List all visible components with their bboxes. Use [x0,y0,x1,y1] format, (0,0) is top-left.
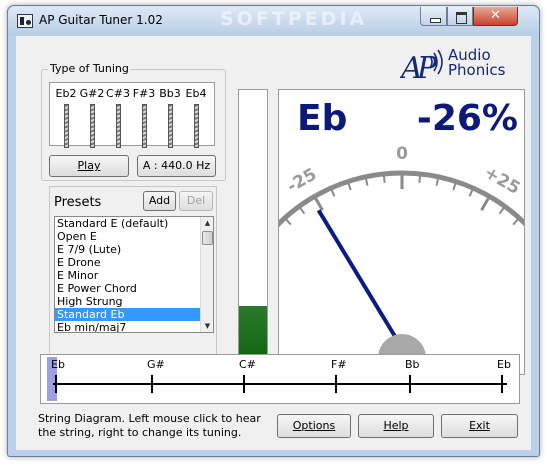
scroll-down-icon[interactable]: ▼ [201,320,213,332]
diagram-baseline [53,383,507,385]
diagram-string-tick[interactable] [151,375,153,393]
string-note-4: F#3 [132,87,156,100]
play-button[interactable]: Play [49,155,129,177]
string-rope-2 [89,104,95,148]
watermark: SOFTPEDIA [220,8,368,30]
diagram-string-tick[interactable] [243,375,245,393]
string-diagram[interactable]: Eb G# C# F# Bb Eb [40,354,520,404]
preset-item[interactable]: E Power Chord [55,282,213,295]
string-2[interactable]: G#2 [79,87,105,148]
presets-list[interactable]: Standard E (default) Open EE 7/9 (Lute) E … [54,216,214,333]
string-rope-5 [167,104,173,148]
gauge-tick [365,178,369,186]
gauge-dial: -50-250+25+50 [279,144,524,374]
close-button[interactable]: ✕ [473,7,518,26]
gauge-tick [512,218,519,226]
string-rope-1 [63,104,69,148]
string-rope-4 [141,104,147,148]
tuning-gauge: Eb -26% -50-250+25+50 [278,89,525,375]
string-rope-3 [115,104,121,148]
string-note-2: G#2 [79,87,105,100]
gauge-tick [299,207,306,215]
close-icon: ✕ [490,8,501,23]
gauge-tick [418,175,422,184]
diagram-note-label: G# [147,358,165,371]
delete-preset-button[interactable]: Del [179,191,213,211]
string-note-1: Eb2 [55,87,77,100]
string-note-3: C#3 [106,87,130,100]
gauge-needle [316,209,404,350]
gauge-tick [382,175,386,184]
client-area: A P Audio Phonics Type of Tuning Eb2 G#2… [16,36,531,450]
gauge-tick [468,189,474,197]
window-title: AP Guitar Tuner 1.02 [39,13,163,27]
preset-item[interactable]: Open E [55,230,213,243]
preset-item[interactable]: E 7/9 (Lute) [55,243,213,256]
diagram-note-label: C# [239,358,256,371]
preset-item[interactable]: Standard Eb [55,308,213,321]
diagram-note-label: Bb [405,358,420,371]
string-4[interactable]: F#3 [131,87,157,148]
preset-item[interactable]: E Drone [55,256,213,269]
diagram-string-tick[interactable] [501,375,503,393]
preset-item[interactable]: E Minor [55,269,213,282]
tuning-group-label: Type of Tuning [48,62,131,75]
string-6[interactable]: Eb4 [183,87,209,148]
diagram-string-tick[interactable] [409,375,411,393]
scroll-thumb[interactable] [202,231,213,245]
gauge-tick [498,207,505,215]
gauge-tick [452,183,457,191]
string-note-6: Eb4 [185,87,207,100]
brand-name: Audio Phonics [448,48,505,78]
diagram-note-label: F# [331,358,347,371]
preset-item[interactable]: Eb min/maj7 [55,321,213,332]
status-text: String Diagram. Left mouse click to hear… [38,412,261,439]
audio-phonics-logo-icon: A P [400,49,443,84]
gauge-tick [314,197,324,212]
gauge-scale-label: -25 [284,164,321,197]
string-5[interactable]: Bb3 [157,87,183,148]
exit-button[interactable]: Exit [441,414,518,438]
diagram-string-tick[interactable] [335,375,337,393]
diagram-note-label: Eb [497,358,511,371]
scroll-up-icon[interactable]: ▲ [201,217,213,229]
app-window: AP Guitar Tuner 1.02 SOFTPEDIA ✕ A P Aud… [7,5,540,457]
gauge-scale-label: 0 [396,144,408,164]
guitar-tuner-icon [17,14,33,28]
preset-item[interactable]: Standard E (default) [55,217,213,230]
preset-item[interactable]: High Strung [55,295,213,308]
gauge-tick [285,218,292,226]
title-bar[interactable]: AP Guitar Tuner 1.02 SOFTPEDIA ✕ [8,6,539,36]
options-button[interactable]: Options [277,414,351,438]
maximize-button[interactable] [447,7,473,26]
string-rope-6 [193,104,199,148]
svg-text:P: P [416,51,438,84]
gauge-tick [347,183,352,191]
brand-line-phonics: Phonics [448,61,506,79]
string-3[interactable]: C#3 [105,87,131,148]
diagram-string-tick[interactable] [55,375,57,393]
presets-items: Standard E (default) Open EE 7/9 (Lute) E … [55,217,213,332]
gauge-tick [480,197,490,212]
signal-level-meter [238,89,268,375]
presets-scrollbar[interactable]: ▲ ▼ [200,217,213,332]
gauge-tick [330,189,336,197]
help-button[interactable]: Help [358,414,434,438]
gauge-tick [435,178,439,186]
frequency-button[interactable]: A : 440.0 Hz [137,155,216,177]
diagram-note-label: Eb [51,358,65,371]
string-note-5: Bb3 [159,87,181,100]
minimize-button[interactable] [420,7,447,26]
string-visual[interactable]: Eb2 G#2 C#3 F#3 Bb3 Eb4 [49,82,215,148]
add-preset-button[interactable]: Add [143,191,176,211]
presets-title: Presets [54,195,102,210]
string-1[interactable]: Eb2 [53,87,79,148]
